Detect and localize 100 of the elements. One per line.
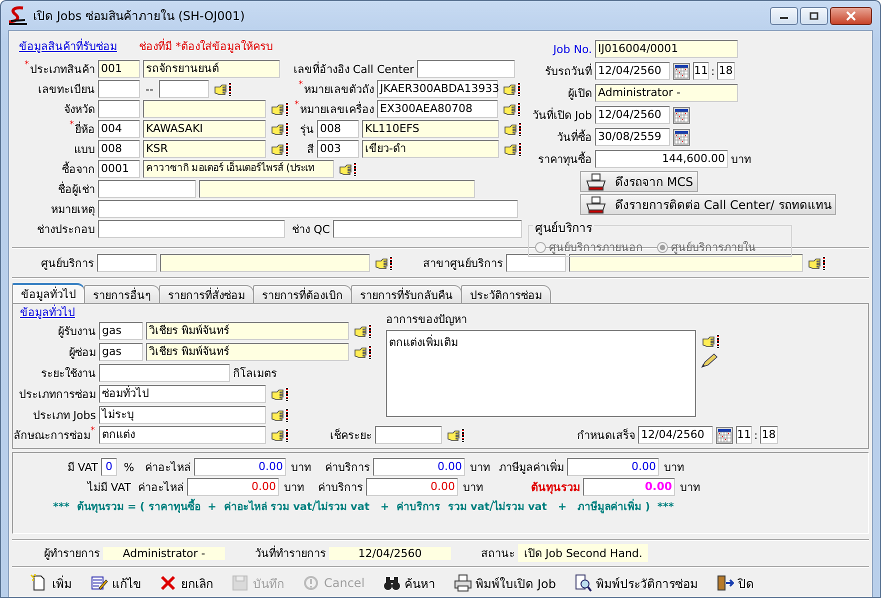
calendar-icon[interactable] bbox=[716, 426, 733, 444]
tab[interactable]: รายการที่ต้องเบิก bbox=[253, 285, 352, 303]
pointing-hand-icon[interactable] bbox=[504, 122, 522, 136]
input-field[interactable] bbox=[333, 220, 522, 238]
input-field[interactable]: เขียว-ดำ bbox=[362, 140, 499, 158]
field-label: วันที่เปิด Job bbox=[532, 106, 592, 124]
input-field[interactable]: 003 bbox=[317, 140, 359, 158]
input-field[interactable]: Administrator - bbox=[595, 84, 738, 102]
input-field[interactable] bbox=[159, 80, 209, 98]
fetch-button[interactable]: ดึงรายการติดต่อ Call Center/ รถทดแทน bbox=[580, 194, 836, 215]
input-field[interactable] bbox=[98, 220, 285, 238]
pointing-hand-icon[interactable] bbox=[271, 408, 289, 422]
input-field[interactable] bbox=[97, 254, 157, 272]
pointing-hand-icon[interactable] bbox=[271, 428, 289, 442]
input-field[interactable] bbox=[143, 100, 266, 118]
toolbar-button[interactable]: ยกเลิก bbox=[155, 572, 217, 594]
toolbar-button[interactable]: แก้ไข bbox=[86, 572, 145, 594]
maximize-button[interactable] bbox=[800, 7, 828, 25]
input-field[interactable]: 12/04/2560 bbox=[638, 426, 713, 444]
input-field[interactable] bbox=[98, 100, 140, 118]
input-field[interactable] bbox=[506, 254, 566, 272]
toolbar-button[interactable]: พิมพ์ประวัติการซ่อม bbox=[570, 572, 702, 594]
input-field[interactable]: 0001 bbox=[98, 160, 140, 178]
pointing-hand-icon[interactable] bbox=[503, 102, 521, 116]
amount-field[interactable]: 0.00 bbox=[567, 458, 659, 476]
amount-field[interactable]: 0.00 bbox=[187, 478, 279, 496]
input-field[interactable]: 144,600.00 bbox=[595, 150, 728, 168]
input-field[interactable]: EX300AEA80708 bbox=[377, 100, 498, 118]
minute-field[interactable]: 18 bbox=[760, 426, 778, 444]
amount-field[interactable]: 0.00 bbox=[373, 458, 465, 476]
input-field[interactable] bbox=[199, 180, 475, 198]
input-field[interactable]: 12/04/2560 bbox=[595, 62, 670, 80]
pencil-icon[interactable] bbox=[700, 353, 718, 369]
pointing-hand-icon[interactable] bbox=[271, 102, 289, 116]
pointing-hand-icon[interactable] bbox=[702, 334, 720, 349]
tab[interactable]: รายการที่รับกลับคืน bbox=[351, 285, 462, 303]
toolbar-button[interactable]: พิมพ์ใบเปิด Job bbox=[450, 572, 560, 594]
input-field[interactable]: KAWASAKI bbox=[143, 120, 266, 138]
fetch-button[interactable]: ดึงรถจาก MCS bbox=[580, 171, 698, 192]
input-field[interactable]: IJ016004/0001 bbox=[595, 40, 738, 58]
field-label: ระยะใช้งาน bbox=[41, 366, 96, 382]
pointing-hand-icon[interactable] bbox=[271, 142, 289, 156]
pointing-hand-icon[interactable] bbox=[354, 324, 372, 338]
input-field[interactable]: คาวาซากิ มอเตอร์ เอ็นเตอร์ไพรส์ (ประเท bbox=[143, 160, 334, 178]
pointing-hand-icon[interactable] bbox=[808, 256, 826, 270]
input-field[interactable] bbox=[375, 426, 442, 444]
input-field[interactable] bbox=[569, 254, 803, 272]
tab[interactable]: ข้อมูลทั่วไป bbox=[12, 283, 85, 303]
pointing-hand-icon[interactable] bbox=[214, 82, 232, 96]
calendar-icon[interactable] bbox=[673, 106, 690, 124]
section-link[interactable]: ข้อมูลสินค้าที่รับซ่อม bbox=[19, 37, 117, 55]
input-field[interactable] bbox=[160, 254, 370, 272]
input-field[interactable]: 008 bbox=[317, 120, 359, 138]
close-button[interactable] bbox=[830, 7, 872, 25]
pointing-hand-icon[interactable] bbox=[504, 142, 522, 156]
pointing-hand-icon[interactable] bbox=[354, 344, 372, 360]
input-field[interactable]: 30/08/2559 bbox=[595, 128, 670, 146]
input-field[interactable]: JKAER300ABDA13933 bbox=[377, 80, 498, 98]
input-field[interactable]: KSR bbox=[143, 140, 266, 158]
input-field[interactable]: KL110EFS bbox=[362, 120, 499, 138]
pointing-hand-icon[interactable] bbox=[447, 428, 465, 442]
input-field[interactable]: ไม่ระบุ bbox=[99, 406, 266, 424]
input-field[interactable]: 001 bbox=[98, 60, 140, 78]
hour-field[interactable]: 11 bbox=[736, 426, 752, 444]
input-field[interactable]: รถจักรยานยนต์ bbox=[143, 60, 280, 78]
input-field[interactable]: 004 bbox=[98, 120, 140, 138]
toolbar-button[interactable]: ปิด bbox=[712, 572, 758, 594]
vat-rate-field[interactable]: 0 bbox=[101, 458, 117, 476]
toolbar-button[interactable]: เพิ่ม bbox=[26, 572, 76, 594]
pointing-hand-icon[interactable] bbox=[375, 256, 393, 270]
input-field[interactable]: gas bbox=[99, 343, 143, 361]
section-link[interactable]: ข้อมูลทั่วไป bbox=[14, 306, 386, 320]
calendar-icon[interactable] bbox=[673, 62, 690, 80]
input-field[interactable] bbox=[417, 60, 515, 78]
tab[interactable]: รายการที่สั่งซ่อม bbox=[159, 285, 254, 303]
calendar-icon[interactable] bbox=[673, 128, 690, 146]
input-field[interactable]: gas bbox=[99, 322, 143, 340]
amount-field[interactable]: 0.00 bbox=[366, 478, 458, 496]
input-field[interactable]: 008 bbox=[98, 140, 140, 158]
input-field[interactable] bbox=[98, 180, 196, 198]
input-field[interactable]: วิเชียร พิมพ์จันทร์ bbox=[146, 322, 349, 340]
pointing-hand-icon[interactable] bbox=[503, 82, 521, 96]
input-field[interactable]: 12/04/2560 bbox=[595, 106, 670, 124]
minute-field[interactable]: 18 bbox=[716, 62, 735, 80]
input-field[interactable]: ตกแต่ง bbox=[99, 426, 266, 444]
input-field[interactable] bbox=[98, 200, 518, 218]
hour-field[interactable]: 11 bbox=[693, 62, 709, 80]
tab[interactable]: ประวัติการซ่อม bbox=[461, 285, 551, 303]
pointing-hand-icon[interactable] bbox=[271, 122, 289, 136]
input-field[interactable] bbox=[98, 80, 140, 98]
amount-field[interactable]: 0.00 bbox=[194, 458, 286, 476]
input-field[interactable] bbox=[99, 364, 230, 382]
minimize-button[interactable] bbox=[770, 7, 798, 25]
tab[interactable]: รายการอื่นๆ bbox=[84, 285, 160, 303]
input-field[interactable]: ซ่อมทั่วไป bbox=[99, 385, 266, 403]
pointing-hand-icon[interactable] bbox=[339, 162, 357, 176]
pointing-hand-icon[interactable] bbox=[271, 386, 289, 402]
problem-text-area[interactable]: ตกแต่งเพิ่มเติม bbox=[386, 330, 696, 417]
input-field[interactable]: วิเชียร พิมพ์จันทร์ bbox=[146, 343, 349, 361]
toolbar-button[interactable]: ค้นหา bbox=[378, 572, 440, 594]
